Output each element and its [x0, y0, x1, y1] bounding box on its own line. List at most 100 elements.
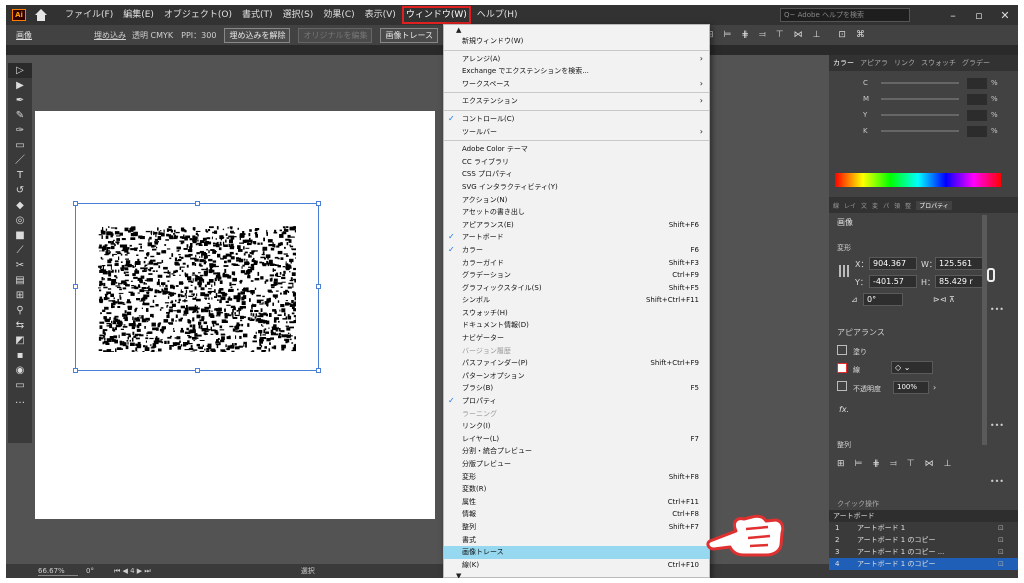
align-center-icon[interactable]: ⋕: [741, 30, 749, 40]
align-top-icon[interactable]: ⊤: [907, 459, 915, 469]
color-panel-tab[interactable]: アピアラ: [860, 58, 888, 68]
color-panel-tab[interactable]: グラデー: [962, 58, 990, 68]
opacity-chevron-icon[interactable]: ›: [933, 383, 936, 392]
window-menu-item[interactable]: カラーガイド Shift+F3: [444, 257, 709, 270]
angle-field[interactable]: 0°: [863, 293, 903, 306]
artboard-tool-icon[interactable]: ⊞: [8, 288, 32, 303]
menu-item[interactable]: ヘルプ(H): [472, 5, 523, 25]
color-panel-tab[interactable]: カラー: [833, 58, 854, 68]
window-menu-item[interactable]: ✓ コントロール(C): [444, 113, 709, 126]
properties-panel-tab[interactable]: 領: [894, 201, 900, 210]
align-top-icon[interactable]: ⊤: [776, 30, 784, 40]
properties-panel-tab[interactable]: 整: [905, 201, 911, 210]
align-middle-icon[interactable]: ⋈: [794, 30, 803, 40]
window-menu-item[interactable]: グラフィックスタイル(S) Shift+F5: [444, 282, 709, 295]
properties-scrollbar[interactable]: [982, 215, 987, 445]
window-menu-item[interactable]: スウォッチ(H): [444, 307, 709, 320]
stroke-weight-field[interactable]: ◇ ⌄: [891, 361, 933, 374]
brush-tool-icon[interactable]: ／: [8, 153, 32, 168]
zoom-tool-icon[interactable]: ⚲: [8, 303, 32, 318]
artboard-row[interactable]: 2 アートボード 1 のコピー ⊡: [829, 534, 1018, 546]
window-menu-item[interactable]: 画像トレース: [444, 546, 709, 559]
resize-handle[interactable]: [73, 201, 78, 206]
artboard-options-icon[interactable]: ⊡: [998, 524, 1018, 532]
window-menu-item[interactable]: ドキュメント情報(D): [444, 319, 709, 332]
color-spectrum[interactable]: [835, 173, 1001, 187]
resize-handle[interactable]: [73, 368, 78, 373]
x-field[interactable]: 904.367: [869, 257, 917, 270]
graph-tool-icon[interactable]: ▤: [8, 273, 32, 288]
more-options-icon[interactable]: •••: [990, 477, 1004, 486]
artboard-row[interactable]: 1 アートボード 1 ⊡: [829, 522, 1018, 534]
arrange-icon[interactable]: ⌘: [856, 30, 865, 40]
direct-selection-tool-icon[interactable]: ▶: [8, 78, 32, 93]
window-menu-item[interactable]: CC ライブラリ: [444, 156, 709, 169]
window-menu-item[interactable]: ツールバー ›: [444, 126, 709, 139]
home-icon[interactable]: [34, 9, 48, 21]
align-bottom-icon[interactable]: ⊥: [944, 459, 952, 469]
menu-item[interactable]: 効果(C): [318, 5, 359, 25]
window-menu-item[interactable]: SVG インタラクティビティ(Y): [444, 181, 709, 194]
close-button[interactable]: ✕: [992, 9, 1018, 22]
window-menu-item[interactable]: ✓ プロパティ: [444, 395, 709, 408]
window-menu-item[interactable]: 書式: [444, 534, 709, 547]
channel-value-field[interactable]: [967, 109, 987, 121]
artboard-canvas[interactable]: [35, 111, 435, 519]
more-tools-icon[interactable]: …: [8, 393, 32, 408]
window-menu-item[interactable]: レイヤー(L) F7: [444, 433, 709, 446]
blend-tool-icon[interactable]: ✂: [8, 258, 32, 273]
selection-tool-icon[interactable]: ▷: [8, 63, 32, 78]
more-options-icon[interactable]: •••: [990, 305, 1004, 314]
menu-item[interactable]: ファイル(F): [60, 5, 118, 25]
scroll-down-icon[interactable]: ▼: [444, 571, 709, 578]
window-menu-item[interactable]: 属性 Ctrl+F11: [444, 496, 709, 509]
reference-point-icon[interactable]: [839, 265, 851, 277]
channel-value-field[interactable]: [967, 125, 987, 137]
align-left-icon[interactable]: ⊨: [855, 459, 863, 469]
zoom-field[interactable]: 66.67%: [38, 567, 78, 576]
color-panel-tab[interactable]: リンク: [894, 58, 915, 68]
window-menu-item[interactable]: シンボル Shift+Ctrl+F11: [444, 294, 709, 307]
rectangle-tool-icon[interactable]: ▭: [8, 138, 32, 153]
edit-original-button[interactable]: オリジナルを編集: [298, 27, 373, 43]
embed-link[interactable]: 埋め込み: [94, 30, 126, 41]
gradient-tool-icon[interactable]: ■: [8, 228, 32, 243]
color-panel-tab[interactable]: スウォッチ: [921, 58, 956, 68]
pen-tool-icon[interactable]: ✒: [8, 93, 32, 108]
channel-slider[interactable]: [881, 130, 959, 132]
window-menu-item[interactable]: アセットの書き出し: [444, 206, 709, 219]
window-menu-item[interactable]: エクステンション ›: [444, 95, 709, 108]
window-menu-item[interactable]: Exchange でエクステンションを検索...: [444, 65, 709, 78]
fx-button[interactable]: fx.: [839, 405, 849, 414]
shape-builder-tool-icon[interactable]: ◎: [8, 213, 32, 228]
window-menu-item[interactable]: Adobe Color テーマ: [444, 143, 709, 156]
unembed-button[interactable]: 埋め込みを解除: [224, 27, 291, 43]
properties-panel-tab[interactable]: 線: [833, 201, 839, 210]
menu-item[interactable]: 書式(T): [237, 5, 278, 25]
type-tool-icon[interactable]: T: [8, 168, 32, 183]
align-right-icon[interactable]: ⫤: [890, 459, 897, 469]
window-menu-item[interactable]: アピアランス(E) Shift+F6: [444, 219, 709, 232]
window-menu-item[interactable]: ✓ アートボード: [444, 231, 709, 244]
properties-panel-tab[interactable]: 変: [872, 201, 878, 210]
menu-item[interactable]: 選択(S): [278, 5, 319, 25]
align-hcenter-icon[interactable]: ⋕: [872, 459, 880, 469]
resize-handle[interactable]: [73, 284, 78, 289]
help-search-input[interactable]: Q~ Adobe ヘルプを検索: [780, 8, 910, 22]
constrain-proportions-icon[interactable]: [987, 268, 995, 282]
restore-button[interactable]: ▫: [966, 9, 992, 22]
window-menu-item[interactable]: アクション(N): [444, 194, 709, 207]
properties-panel-tab[interactable]: パ: [883, 201, 889, 210]
align-vcenter-icon[interactable]: ⋈: [925, 459, 934, 469]
artboard-options-icon[interactable]: ⊡: [998, 536, 1018, 544]
align-left-icon[interactable]: ⊨: [724, 30, 732, 40]
properties-panel-tab[interactable]: 文: [861, 201, 867, 210]
curvature-tool-icon[interactable]: ✎: [8, 108, 32, 123]
channel-slider[interactable]: [881, 82, 959, 84]
transform-icon[interactable]: ⊡: [838, 30, 846, 40]
window-menu-item[interactable]: 新規ウィンドウ(W): [444, 35, 709, 48]
window-menu-item[interactable]: 整列 Shift+F7: [444, 521, 709, 534]
menu-item[interactable]: 表示(V): [360, 5, 401, 25]
opacity-field[interactable]: 100%: [893, 381, 929, 394]
resize-handle[interactable]: [316, 284, 321, 289]
